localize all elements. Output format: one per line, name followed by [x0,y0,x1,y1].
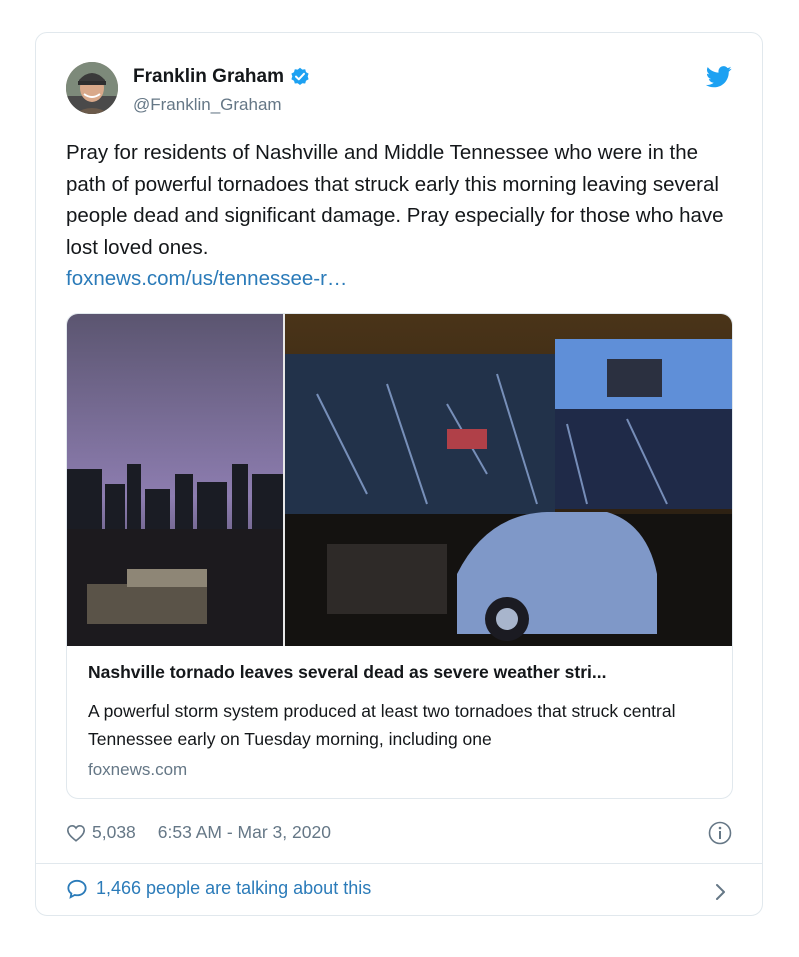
verified-icon [291,67,309,85]
speech-bubble-icon [67,879,87,899]
link-preview-image [67,314,732,646]
info-icon[interactable] [708,821,732,845]
link-card-title[interactable]: Nashville tornado leaves several dead as… [88,662,718,683]
tweet-timestamp[interactable]: 6:53 AM - Mar 3, 2020 [158,822,331,843]
author-name-row[interactable]: Franklin Graham [133,66,310,88]
author-handle[interactable]: @Franklin_Graham [133,95,282,115]
tweet-body: Pray for residents of Nashville and Midd… [66,141,724,259]
tweet-meta-row: 5,038 6:53 AM - Mar 3, 2020 [66,822,331,843]
tweet-text: Pray for residents of Nashville and Midd… [66,137,741,295]
talking-count[interactable]: 1,466 people are talking about this [96,878,371,899]
tweet-embed-card: Franklin Graham @Franklin_Graham Pray fo… [35,32,763,916]
link-card-domain: foxnews.com [88,760,188,779]
author-name[interactable]: Franklin Graham [133,66,284,88]
divider [36,863,762,864]
link-card-description: A powerful storm system produced at leas… [88,701,676,749]
twitter-bird-icon[interactable] [706,66,732,88]
heart-icon[interactable] [66,824,86,842]
chevron-right-icon[interactable] [714,882,728,902]
conversation-link[interactable]: 1,466 people are talking about this [66,878,371,899]
like-count[interactable]: 5,038 [92,822,136,843]
avatar[interactable] [66,62,118,114]
tweet-link[interactable]: foxnews.com/us/tennessee-r… [66,263,741,295]
link-preview-card[interactable]: Nashville tornado leaves several dead as… [66,313,733,799]
